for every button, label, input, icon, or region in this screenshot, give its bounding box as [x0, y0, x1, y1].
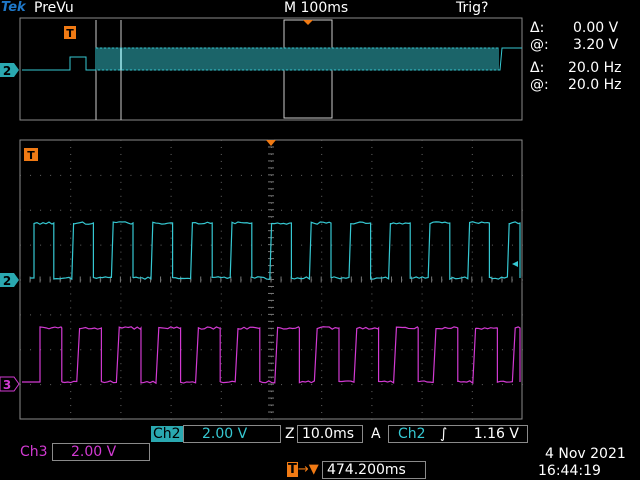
- cursor-frequency-value: 20.0 Hz: [568, 77, 622, 93]
- svg-text:2: 2: [3, 274, 11, 288]
- zoom-time-box[interactable]: 10.0ms: [297, 425, 363, 443]
- trigger-slope-icon: ∫: [440, 426, 447, 442]
- zoom-prefix: Z: [285, 426, 295, 442]
- position-value-box[interactable]: 474.200ms: [322, 461, 426, 479]
- acquisition-prefix: A: [371, 426, 381, 442]
- acquisition-mode: PreVu: [34, 0, 74, 16]
- svg-text:T: T: [66, 27, 74, 40]
- overview-trigger-marker: T: [64, 26, 76, 40]
- ch3-scale-value: 2.00 V: [71, 444, 116, 460]
- ch2-scale-box[interactable]: 2.00 V: [183, 425, 281, 443]
- svg-text:3: 3: [3, 378, 11, 392]
- ch2-waveform: [30, 222, 520, 279]
- ch2-scale-value: 2.00 V: [202, 426, 247, 442]
- ch2-ground-marker[interactable]: 2: [0, 273, 19, 288]
- brand-logo: Tek: [1, 0, 26, 15]
- trigger-status: Trig?: [456, 0, 488, 16]
- trigger-level-marker[interactable]: [512, 261, 518, 267]
- overview-ch2-marker: 2: [0, 63, 19, 78]
- ch3-label[interactable]: Ch3: [20, 444, 48, 460]
- cursor-voltage-label: @:: [530, 37, 549, 53]
- ch3-scale-box[interactable]: 2.00 V: [52, 443, 150, 461]
- ch3-ground-marker[interactable]: 3: [0, 377, 19, 392]
- cursor-voltage-value: 3.20 V: [573, 37, 618, 53]
- overview-ch2-trace: [22, 48, 522, 70]
- position-value: 474.200ms: [327, 462, 406, 478]
- trigger-level: 1.16 V: [474, 426, 519, 442]
- ch2-label[interactable]: Ch2: [151, 426, 183, 442]
- zoom-center-marker: [303, 20, 313, 25]
- date-readout: 4 Nov 2021: [545, 446, 626, 462]
- trigger-source: Ch2: [398, 426, 426, 442]
- trigger-position-marker[interactable]: [266, 140, 276, 146]
- trigger-position-arrow-icon: T→▼: [287, 462, 319, 478]
- trigger-settings-box[interactable]: Ch2 ∫ 1.16 V: [388, 425, 528, 443]
- delta-voltage-value: 0.00 V: [573, 20, 618, 36]
- delta-frequency-label: Δ:: [530, 60, 544, 76]
- timebase-readout: M 100ms: [284, 0, 348, 16]
- time-readout: 16:44:19: [538, 463, 601, 479]
- zoom-time-value: 10.0ms: [302, 426, 354, 442]
- delta-voltage-label: Δ:: [530, 20, 544, 36]
- graticule-center-axes: [20, 140, 522, 419]
- record-overview-panel[interactable]: T 2: [0, 16, 526, 126]
- svg-text:T: T: [27, 149, 35, 162]
- cursor-frequency-label: @:: [530, 77, 549, 93]
- delta-frequency-value: 20.0 Hz: [568, 60, 622, 76]
- svg-text:2: 2: [3, 64, 11, 78]
- main-trigger-marker: T: [24, 148, 38, 162]
- main-graticule[interactable]: T 2 3: [0, 136, 530, 426]
